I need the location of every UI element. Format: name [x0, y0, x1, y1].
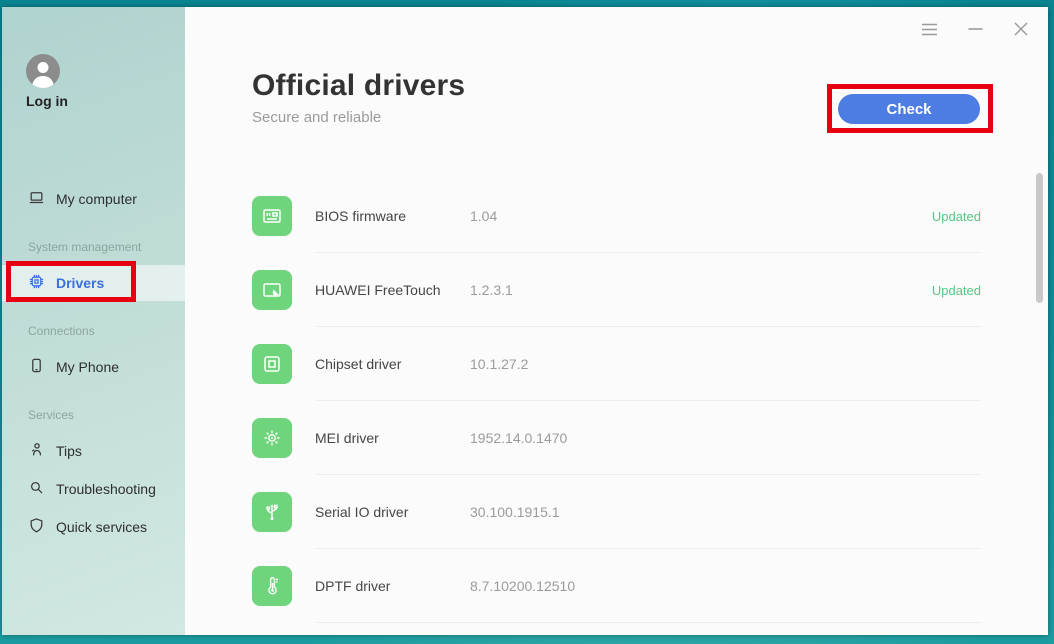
driver-version: 1952.14.0.1470 — [470, 430, 981, 446]
motherboard-icon — [252, 196, 292, 236]
mei-gear-icon — [252, 418, 292, 458]
sidebar-item-label: Troubleshooting — [56, 481, 156, 497]
user-avatar-icon[interactable] — [26, 54, 60, 88]
sidebar-section-services: Services — [28, 408, 74, 424]
driver-row-chipset[interactable]: Chipset driver 10.1.27.2 — [185, 327, 1048, 401]
sidebar: Log in My computer System management Dri… — [2, 7, 185, 635]
laptop-icon — [28, 189, 45, 209]
driver-name: Chipset driver — [315, 356, 470, 372]
driver-name: MEI driver — [315, 430, 470, 446]
window-controls — [918, 19, 1032, 39]
driver-name: HUAWEI FreeTouch — [315, 282, 470, 298]
touch-panel-icon — [252, 270, 292, 310]
usb-icon — [252, 492, 292, 532]
driver-row-dptf[interactable]: DPTF driver 8.7.10200.12510 — [185, 549, 1048, 623]
check-button[interactable]: Check — [838, 94, 980, 124]
sidebar-item-drivers[interactable]: Drivers — [28, 271, 104, 295]
phone-icon — [28, 357, 45, 377]
thermometer-icon — [252, 566, 292, 606]
sidebar-item-my-phone[interactable]: My Phone — [28, 355, 119, 379]
sidebar-item-tips[interactable]: Tips — [28, 439, 82, 463]
scrollbar-thumb[interactable] — [1036, 173, 1043, 303]
main-content: Official drivers Secure and reliable Che… — [185, 7, 1048, 635]
page-subtitle: Secure and reliable — [252, 109, 465, 126]
sidebar-item-quick-services[interactable]: Quick services — [28, 515, 147, 539]
driver-name: BIOS firmware — [315, 208, 470, 224]
chipset-icon — [252, 344, 292, 384]
login-button[interactable]: Log in — [26, 93, 68, 109]
sidebar-item-my-computer[interactable]: My computer — [28, 187, 137, 211]
page-header: Official drivers Secure and reliable — [252, 69, 465, 126]
app-window: Log in My computer System management Dri… — [2, 7, 1048, 635]
search-icon — [28, 479, 45, 499]
driver-version: 1.2.3.1 — [470, 282, 932, 298]
chip-icon — [28, 273, 45, 293]
driver-status: Updated — [932, 209, 981, 224]
sidebar-item-label: Quick services — [56, 519, 147, 535]
sidebar-item-label: My computer — [56, 191, 137, 207]
sidebar-item-troubleshooting[interactable]: Troubleshooting — [28, 477, 156, 501]
driver-name: Serial IO driver — [315, 504, 470, 520]
driver-version: 10.1.27.2 — [470, 356, 981, 372]
minimize-icon[interactable] — [964, 19, 986, 39]
close-icon[interactable] — [1010, 19, 1032, 39]
driver-row-mei[interactable]: MEI driver 1952.14.0.1470 — [185, 401, 1048, 475]
menu-icon[interactable] — [918, 19, 940, 39]
sidebar-item-label: Tips — [56, 443, 82, 459]
sidebar-section-system-management: System management — [28, 240, 141, 256]
sidebar-section-connections: Connections — [28, 324, 95, 340]
driver-row-serial-io[interactable]: Serial IO driver 30.100.1915.1 — [185, 475, 1048, 549]
driver-status: Updated — [932, 283, 981, 298]
driver-row-freetouch[interactable]: HUAWEI FreeTouch 1.2.3.1 Updated — [185, 253, 1048, 327]
page-title: Official drivers — [252, 69, 465, 103]
sidebar-item-label: Drivers — [56, 275, 104, 291]
person-icon — [28, 441, 45, 461]
driver-row-bios[interactable]: BIOS firmware 1.04 Updated — [185, 179, 1048, 253]
shield-icon — [28, 517, 45, 537]
driver-version: 1.04 — [470, 208, 932, 224]
driver-version: 8.7.10200.12510 — [470, 578, 981, 594]
sidebar-item-label: My Phone — [56, 359, 119, 375]
driver-name: DPTF driver — [315, 578, 470, 594]
driver-version: 30.100.1915.1 — [470, 504, 981, 520]
driver-list: BIOS firmware 1.04 Updated HUAWEI FreeTo… — [185, 179, 1048, 623]
